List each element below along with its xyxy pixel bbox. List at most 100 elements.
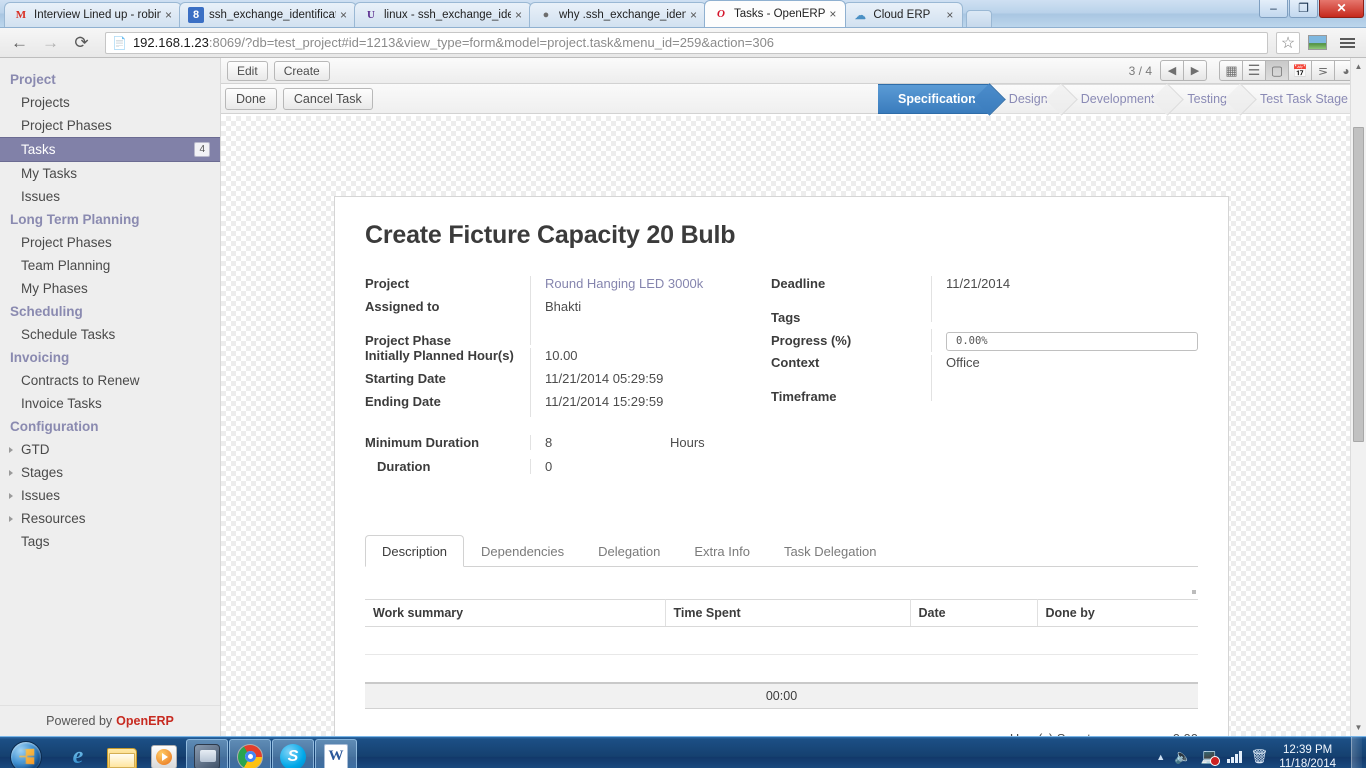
browser-tab-4-active[interactable]: O Tasks - OpenERP ×	[704, 0, 846, 27]
taskbar-microsoft-word[interactable]: W	[315, 739, 357, 768]
address-bar[interactable]: 📄 192.168.1.23:8069/?db=test_project#id=…	[105, 32, 1268, 54]
field-initially-planned-hours: Initially Planned Hour(s) 10.00	[365, 348, 761, 371]
close-icon[interactable]: ×	[165, 8, 175, 22]
tab-dependencies[interactable]: Dependencies	[464, 535, 581, 567]
start-button[interactable]	[3, 738, 49, 768]
taskbar-apps: e S W	[57, 739, 357, 768]
kanban-view-icon[interactable]: ▦	[1219, 60, 1243, 81]
edit-button[interactable]: Edit	[227, 61, 268, 81]
back-icon[interactable]: ←	[6, 30, 33, 56]
resize-handle[interactable]	[1192, 590, 1196, 594]
sidebar-item-project-phases[interactable]: Project Phases	[0, 114, 220, 137]
chevron-right-icon	[9, 447, 13, 453]
close-icon[interactable]: ×	[340, 8, 350, 22]
taskbar-virtualbox[interactable]	[186, 739, 228, 768]
sidebar-item-label: Contracts to Renew	[21, 373, 140, 388]
scroll-up-icon[interactable]: ▲	[1351, 58, 1366, 75]
tab-extra-info[interactable]: Extra Info	[677, 535, 767, 567]
generic-site-icon: ●	[538, 7, 554, 23]
sidebar-item-my-tasks[interactable]: My Tasks	[0, 162, 220, 185]
volume-icon[interactable]: 🔈	[1174, 748, 1191, 765]
column-work-summary[interactable]: Work summary	[365, 600, 665, 627]
field-value-tags	[931, 299, 1198, 322]
close-icon[interactable]: ×	[690, 8, 700, 22]
sidebar-item-contracts-to-renew[interactable]: Contracts to Renew	[0, 369, 220, 392]
sidebar-item-ltp-project-phases[interactable]: Project Phases	[0, 231, 220, 254]
chevron-right-icon	[9, 493, 13, 499]
sidebar-item-config-issues[interactable]: Issues	[0, 484, 220, 507]
sidebar-item-schedule-tasks[interactable]: Schedule Tasks	[0, 323, 220, 346]
scroll-down-icon[interactable]: ▼	[1351, 719, 1366, 736]
sidebar-item-invoice-tasks[interactable]: Invoice Tasks	[0, 392, 220, 415]
gantt-view-icon[interactable]: ⋝	[1311, 60, 1335, 81]
previous-record-icon[interactable]: ◀	[1160, 60, 1184, 81]
sidebar-group-project-title: Project	[0, 68, 220, 91]
taskbar-google-chrome[interactable]	[229, 739, 271, 768]
tab-description[interactable]: Description	[365, 535, 464, 567]
column-date[interactable]: Date	[910, 600, 1037, 627]
hours-summary: Hour(s) Spent : 0.00 Remaining : 10.00 T…	[365, 729, 1198, 736]
cancel-task-button[interactable]: Cancel Task	[283, 88, 373, 110]
form-view-icon[interactable]: ▢	[1265, 60, 1289, 81]
forward-icon[interactable]: →	[37, 30, 64, 56]
scrollbar-thumb[interactable]	[1353, 127, 1364, 442]
image-extension-icon[interactable]	[1304, 30, 1330, 56]
browser-tab-0[interactable]: M Interview Lined up - robin ×	[4, 2, 182, 27]
sidebar-item-tasks[interactable]: Tasks4	[0, 137, 220, 162]
sidebar-item-projects[interactable]: Projects	[0, 91, 220, 114]
network-icon[interactable]: 💻	[1201, 748, 1218, 765]
sidebar-item-label: My Tasks	[21, 166, 77, 181]
progress-bar[interactable]: 0.00%	[946, 332, 1198, 351]
taskbar-windows-explorer[interactable]	[100, 739, 142, 768]
sidebar-item-gtd[interactable]: GTD	[0, 438, 220, 461]
stage-test-task-stage[interactable]: Test Task Stage	[1240, 84, 1366, 114]
sidebar-item-resources[interactable]: Resources	[0, 507, 220, 530]
sidebar-item-team-planning[interactable]: Team Planning	[0, 254, 220, 277]
signal-strength-icon[interactable]	[1227, 750, 1242, 763]
sidebar-item-my-phases[interactable]: My Phases	[0, 277, 220, 300]
url-host: 192.168.1.23	[133, 35, 209, 50]
close-icon[interactable]: ×	[515, 8, 525, 22]
tab-task-delegation[interactable]: Task Delegation	[767, 535, 894, 567]
field-value-project[interactable]: Round Hanging LED 3000k	[530, 276, 761, 299]
close-window-button[interactable]: ✕	[1319, 0, 1364, 18]
summary-value: 0.00	[1118, 729, 1198, 736]
minimize-button[interactable]: –	[1259, 0, 1288, 18]
browser-tab-5[interactable]: ☁ Cloud ERP ×	[843, 2, 963, 27]
column-done-by[interactable]: Done by	[1037, 600, 1198, 627]
internet-explorer-icon: e	[73, 743, 84, 768]
calendar-view-icon[interactable]: 📅	[1288, 60, 1312, 81]
table-row[interactable]	[365, 655, 1198, 683]
action-center-icon[interactable]: 🗑	[1251, 748, 1269, 765]
stage-specification[interactable]: Specification	[878, 84, 990, 114]
reload-icon[interactable]: ⟳	[68, 30, 95, 56]
bookmark-star-icon[interactable]: ☆	[1276, 32, 1300, 54]
sidebar-item-stages[interactable]: Stages	[0, 461, 220, 484]
tab-delegation[interactable]: Delegation	[581, 535, 677, 567]
close-icon[interactable]: ×	[946, 8, 956, 22]
browser-tab-2[interactable]: U linux - ssh_exchange_iden ×	[354, 2, 532, 27]
new-tab-button[interactable]	[966, 10, 992, 27]
sidebar-item-tags[interactable]: Tags	[0, 530, 220, 553]
taskbar-windows-media-player[interactable]	[143, 739, 185, 768]
create-button[interactable]: Create	[274, 61, 330, 81]
clock[interactable]: 12:39 PM 11/18/2014	[1277, 743, 1342, 768]
browser-tab-3[interactable]: ● why .ssh_exchange_identi ×	[529, 2, 707, 27]
sidebar-item-issues[interactable]: Issues	[0, 185, 220, 208]
close-icon[interactable]: ×	[829, 7, 839, 21]
next-record-icon[interactable]: ▶	[1183, 60, 1207, 81]
taskbar-internet-explorer[interactable]: e	[57, 739, 99, 768]
page-scrollbar[interactable]: ▲ ▼	[1350, 58, 1366, 736]
maximize-button[interactable]: ❐	[1289, 0, 1318, 18]
done-button[interactable]: Done	[225, 88, 277, 110]
column-time-spent[interactable]: Time Spent	[665, 600, 910, 627]
show-desktop-button[interactable]	[1351, 737, 1362, 768]
unix-stackexchange-icon: U	[363, 7, 379, 23]
show-hidden-icons-icon[interactable]: ▲	[1156, 752, 1165, 762]
chrome-menu-icon[interactable]	[1334, 30, 1360, 56]
table-row[interactable]	[365, 627, 1198, 655]
taskbar-skype[interactable]: S	[272, 739, 314, 768]
sidebar-group-long-term-planning-title: Long Term Planning	[0, 208, 220, 231]
browser-tab-1[interactable]: 8 ssh_exchange_identificatio ×	[179, 2, 357, 27]
list-view-icon[interactable]: ☰	[1242, 60, 1266, 81]
